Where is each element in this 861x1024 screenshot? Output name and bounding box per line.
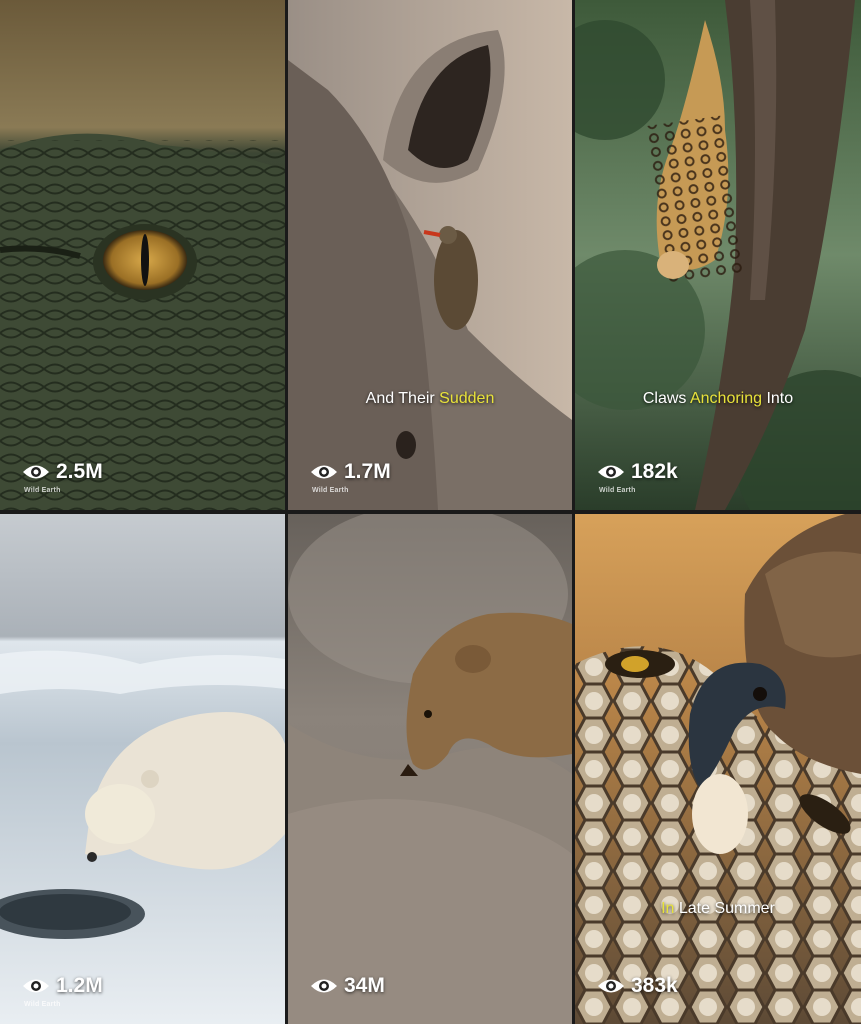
view-count: 182k [597, 460, 678, 484]
video-grid: 2.5M Wild Earth And Their Sudden 1.7M Wi… [0, 0, 861, 1024]
watermark-logo: Wild Earth [312, 487, 349, 494]
view-count: 1.2M [22, 974, 103, 998]
view-count: 34M [310, 974, 385, 998]
view-count-text: 383k [631, 974, 678, 997]
subtitle-caption: And Their Sudden [288, 390, 572, 408]
watermark-logo: Wild Earth [599, 487, 636, 494]
view-count: 2.5M [22, 460, 103, 484]
polar-bear-thumbnail [0, 514, 285, 1024]
eye-icon [598, 979, 624, 993]
crocodile-thumbnail [0, 0, 285, 510]
video-tile-mongoose[interactable]: 34M [288, 514, 572, 1024]
watermark-logo: Wild Earth [24, 487, 61, 494]
subtitle-caption: In Late Summer [575, 900, 861, 918]
view-count-text: 182k [631, 460, 678, 483]
video-tile-eagle[interactable]: In Late Summer 383k [575, 514, 861, 1024]
eye-icon [23, 979, 49, 993]
view-count: 383k [597, 974, 678, 998]
leopard-thumbnail [575, 0, 861, 510]
view-count-text: 1.2M [56, 974, 103, 997]
video-tile-leopard[interactable]: Claws Anchoring Into 182k Wild Earth [575, 0, 861, 510]
video-tile-polar-bear[interactable]: 1.2M Wild Earth [0, 514, 285, 1024]
caption-highlight: Sudden [439, 390, 495, 407]
eye-icon [311, 979, 337, 993]
watermark-logo: Wild Earth [24, 1001, 61, 1008]
video-tile-crocodile[interactable]: 2.5M Wild Earth [0, 0, 285, 510]
subtitle-caption: Claws Anchoring Into [575, 390, 861, 408]
eagle-thumbnail [575, 514, 861, 1024]
rhino-thumbnail [288, 0, 572, 510]
view-count-text: 2.5M [56, 460, 103, 483]
caption-highlight: Anchoring [689, 390, 763, 407]
eye-icon [23, 465, 49, 479]
caption-tail: Into [762, 390, 794, 407]
view-count-text: 34M [344, 974, 385, 997]
view-count-text: 1.7M [344, 460, 391, 483]
eye-icon [311, 465, 337, 479]
eye-icon [598, 465, 624, 479]
caption-plain: And Their [365, 390, 440, 407]
caption-plain: Claws [642, 390, 690, 407]
view-count: 1.7M [310, 460, 391, 484]
caption-plain: Late Summer [674, 900, 775, 917]
mongoose-thumbnail [288, 514, 572, 1024]
video-tile-rhino[interactable]: And Their Sudden 1.7M Wild Earth [288, 0, 572, 510]
caption-highlight: In [661, 900, 675, 917]
